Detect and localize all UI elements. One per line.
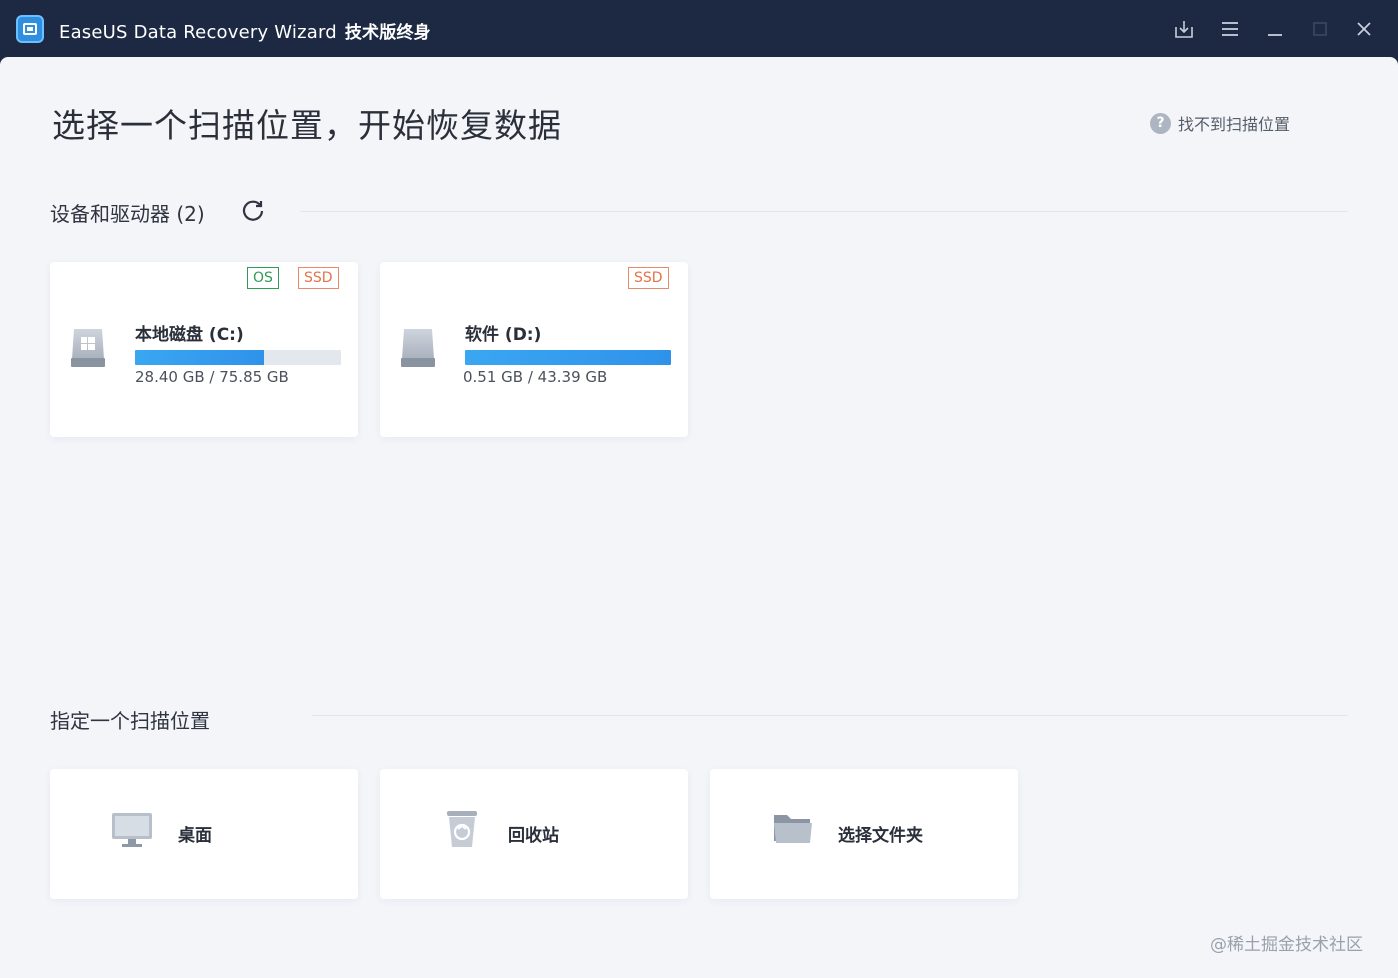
maximize-icon[interactable] [1307, 16, 1333, 42]
location-label: 选择文件夹 [838, 826, 923, 846]
recycle-bin-icon [444, 807, 480, 853]
desktop-monitor-icon [110, 811, 154, 853]
drive-usage-fill [465, 350, 671, 365]
minimize-icon[interactable] [1262, 16, 1288, 42]
title-bar: EaseUS Data Recovery Wizard 技术版终身 [0, 0, 1398, 58]
location-select-folder[interactable]: 选择文件夹 [710, 769, 1018, 899]
drive-name: 软件 (D:) [465, 325, 542, 345]
app-logo-icon [16, 15, 44, 43]
devices-divider [300, 211, 1348, 212]
os-tag: OS [247, 267, 279, 289]
page-title: 选择一个扫描位置，开始恢复数据 [52, 106, 562, 145]
window-title: EaseUS Data Recovery Wizard 技术版终身 [59, 18, 431, 43]
drive-card-d[interactable]: SSD 软件 (D:) [380, 262, 688, 437]
location-desktop[interactable]: 桌面 [50, 769, 358, 899]
ssd-tag: SSD [298, 267, 339, 289]
main-content: 选择一个扫描位置，开始恢复数据 ? 找不到扫描位置 设备和驱动器 (2) OS … [0, 57, 1398, 978]
windows-drive-icon [68, 325, 108, 369]
drive-usage-bar [135, 350, 341, 365]
watermark: @稀土掘金技术社区 [1210, 935, 1363, 955]
drive-card-c[interactable]: OS SSD 本地磁盘 (C:) [50, 262, 358, 437]
location-label: 回收站 [508, 826, 559, 846]
app-name: EaseUS Data Recovery Wizard [59, 22, 337, 43]
location-label: 桌面 [178, 826, 212, 846]
location-recycle-bin[interactable]: 回收站 [380, 769, 688, 899]
folder-icon [772, 811, 814, 849]
drive-usage-fill [135, 350, 264, 365]
help-link-label: 找不到扫描位置 [1178, 115, 1291, 134]
download-icon[interactable] [1171, 16, 1197, 42]
drive-usage-bar [465, 350, 671, 365]
locations-heading: 指定一个扫描位置 [50, 709, 210, 733]
refresh-icon[interactable] [240, 198, 266, 224]
locations-divider [312, 715, 1348, 716]
ssd-tag: SSD [628, 267, 669, 289]
cannot-find-location-link[interactable]: ? 找不到扫描位置 [1150, 111, 1290, 135]
close-icon[interactable] [1351, 16, 1377, 42]
edition-label: 技术版终身 [344, 23, 431, 43]
hard-drive-icon [398, 325, 438, 369]
drive-name: 本地磁盘 (C:) [135, 325, 244, 345]
drive-size-d: 0.51 GB / 43.39 GB [463, 368, 608, 386]
help-icon: ? [1150, 112, 1171, 134]
menu-icon[interactable] [1217, 16, 1243, 42]
drive-size-c: 28.40 GB / 75.85 GB [135, 368, 289, 386]
devices-heading: 设备和驱动器 (2) [50, 202, 205, 226]
